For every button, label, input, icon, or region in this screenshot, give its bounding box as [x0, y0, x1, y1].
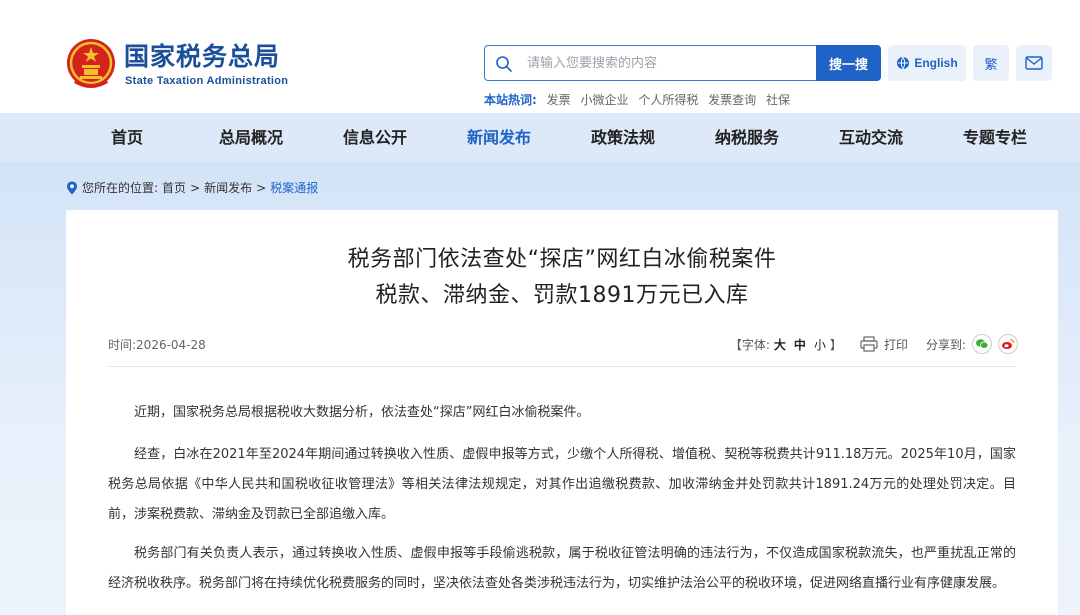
hotword-link[interactable]: 个人所得税	[638, 93, 698, 107]
weibo-share-button[interactable]	[998, 334, 1018, 354]
national-emblem-icon[interactable]	[65, 37, 117, 91]
nav-item-home[interactable]: 首页	[72, 113, 182, 162]
hotword-link[interactable]: 小微企业	[580, 93, 628, 107]
font-label-open: 【字体:	[729, 337, 770, 352]
article-paragraph: 税务部门有关负责人表示，通过转换收入性质、虚假申报等手段偷逃税款，属于税收征管法…	[108, 546, 1016, 591]
english-label: English	[914, 56, 958, 70]
divider	[108, 366, 1016, 367]
article-date: 时间:2026-04-28	[108, 336, 206, 353]
english-button[interactable]: English	[888, 45, 966, 81]
breadcrumb-news[interactable]: 新闻发布	[204, 179, 252, 196]
mail-icon	[1025, 56, 1043, 70]
nav-item-policy[interactable]: 政策法规	[568, 113, 678, 162]
traditional-chinese-button[interactable]: 繁	[973, 45, 1009, 81]
nav-item-overview[interactable]: 总局概况	[196, 113, 306, 162]
hotwords-label: 本站热词:	[484, 93, 537, 107]
search-input[interactable]	[527, 46, 807, 80]
article-paragraph: 经查，白冰在2021年至2024年期间通过转换收入性质、虚假申报等方式，少缴个人…	[108, 447, 1016, 522]
date-value: 2026-04-28	[136, 338, 206, 352]
print-label: 打印	[883, 337, 908, 352]
font-large-button[interactable]: 大	[774, 338, 786, 352]
hotword-link[interactable]: 发票查询	[708, 93, 756, 107]
globe-icon	[897, 56, 910, 70]
printer-icon	[860, 336, 878, 352]
nav-item-service[interactable]: 纳税服务	[692, 113, 802, 162]
site-header: 国家税务总局 State Taxation Administration 搜一搜…	[0, 0, 1080, 113]
search-box	[484, 45, 816, 81]
site-title-cn[interactable]: 国家税务总局	[124, 42, 280, 72]
nav-item-topics[interactable]: 专题专栏	[940, 113, 1050, 162]
nav-item-info[interactable]: 信息公开	[320, 113, 430, 162]
breadcrumb: 您所在的位置: 首页 > 新闻发布 > 税案通报	[66, 179, 318, 196]
article-title-line2: 税款、滞纳金、罚款1891万元已入库	[375, 283, 749, 308]
search-icon	[496, 56, 512, 72]
main-nav: 首页 总局概况 信息公开 新闻发布 政策法规 纳税服务 互动交流 专题专栏	[0, 113, 1080, 162]
article-paragraph: 近期，国家税务总局根据税收大数据分析，依法查处“探店”网红白冰偷税案件。	[134, 405, 590, 420]
hotword-link[interactable]: 社保	[766, 93, 790, 107]
share-label: 分享到:	[925, 337, 966, 352]
breadcrumb-separator: >	[256, 180, 267, 195]
font-label-close: 】	[829, 337, 842, 352]
article-card: 税务部门依法查处“探店”网红白冰偷税案件 税款、滞纳金、罚款1891万元已入库 …	[66, 210, 1058, 615]
hotword-link[interactable]: 发票	[547, 93, 571, 107]
search-button[interactable]: 搜一搜	[816, 45, 881, 81]
breadcrumb-current[interactable]: 税案通报	[270, 179, 318, 196]
font-medium-button[interactable]: 中	[794, 338, 806, 352]
article-tools: 【字体: 大中小】 打印 分享到:	[730, 332, 1018, 356]
nav-item-news[interactable]: 新闻发布	[444, 113, 554, 162]
article-title-line1: 税务部门依法查处“探店”网红白冰偷税案件	[347, 247, 777, 272]
print-button[interactable]: 打印	[860, 336, 908, 353]
date-label: 时间:	[108, 338, 137, 352]
font-small-button[interactable]: 小	[814, 338, 826, 352]
location-pin-icon	[67, 181, 77, 194]
wechat-icon	[976, 339, 989, 349]
font-size-switcher: 【字体: 大中小】	[730, 336, 842, 353]
share-bar: 分享到:	[926, 334, 1018, 354]
breadcrumb-separator: >	[190, 180, 201, 195]
breadcrumb-prefix: 您所在的位置:	[82, 181, 159, 195]
hotwords-bar: 本站热词: 发票 小微企业 个人所得税 发票查询 社保	[484, 91, 790, 108]
nav-item-interaction[interactable]: 互动交流	[816, 113, 926, 162]
wechat-share-button[interactable]	[972, 334, 992, 354]
weibo-icon	[1002, 338, 1015, 349]
site-title-en[interactable]: State Taxation Administration	[125, 75, 288, 87]
mail-button[interactable]	[1016, 45, 1052, 81]
breadcrumb-home[interactable]: 首页	[162, 179, 186, 196]
